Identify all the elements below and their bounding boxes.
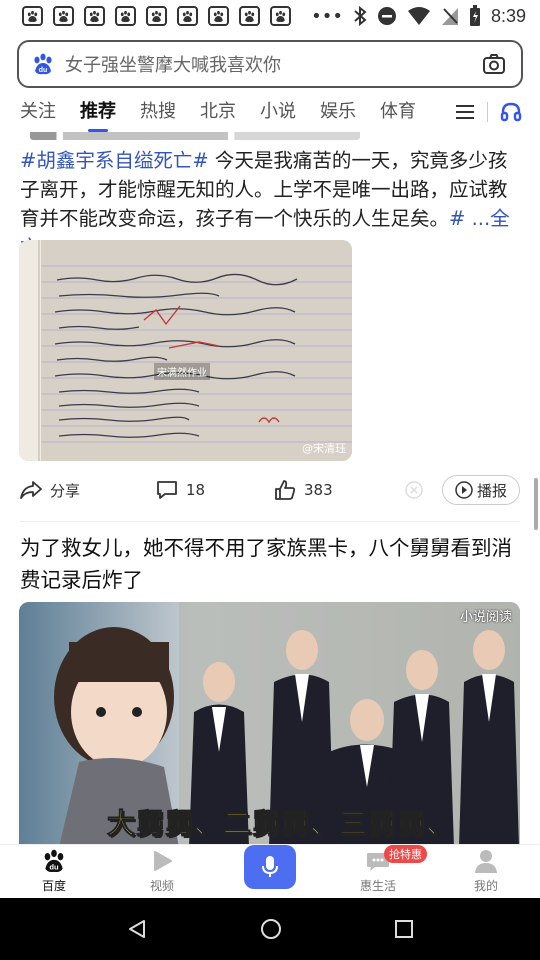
nav-baidu[interactable]: du 百度 [0, 845, 108, 898]
story-caption: 大舅舅、二舅舅、三舅舅、 [106, 807, 456, 841]
status-time: 8:39 [490, 5, 526, 26]
baidu-paw-icon: du [44, 849, 64, 873]
image-watermark: @宋清珏 [302, 442, 346, 455]
nav-baidu-label: 百度 [41, 879, 66, 893]
camera-search-button[interactable] [479, 49, 509, 79]
thumbs-up-icon [275, 480, 296, 500]
baidu-notification-icon [53, 6, 74, 26]
post-image-story[interactable]: 小说阅读 大舅舅、二舅舅、三舅舅、 [19, 602, 520, 844]
person-icon [475, 850, 497, 873]
nav-voice-search[interactable] [216, 845, 324, 898]
post-actions: 分享 18 383 播报 [0, 472, 540, 508]
like-button[interactable]: 383 [274, 479, 394, 501]
news-feed[interactable]: #胡鑫宇系自缢死亡# 今天是我痛苦的一天，究竟多少孩子离开，才能惊醒无知的人。上… [0, 132, 540, 844]
tab-entertainment[interactable]: 娱乐 [320, 94, 356, 130]
more-dots-icon: ••• [311, 5, 343, 27]
image-center-watermark: 宋满然作业 [154, 363, 210, 380]
tab-divider [487, 102, 488, 122]
mic-icon [262, 856, 278, 877]
post-hashtag[interactable]: #胡鑫宇系自缢死亡# [20, 149, 209, 172]
deals-badge: 抢特惠 [384, 845, 427, 863]
notification-icons [22, 6, 291, 26]
baidu-paw-icon: du [34, 53, 52, 75]
share-button[interactable]: 分享 [20, 480, 140, 501]
menu-icon[interactable] [455, 103, 475, 121]
previous-post-header [0, 132, 540, 144]
nav-mine-label: 我的 [473, 879, 498, 893]
dnd-icon [377, 7, 396, 25]
tab-hot-search[interactable]: 热搜 [140, 94, 176, 130]
dismiss-button[interactable] [404, 480, 424, 500]
story-source-tag: 小说阅读 [459, 610, 512, 625]
baidu-notification-icon [84, 6, 105, 26]
feed-scrollbar[interactable] [534, 478, 538, 530]
comment-button[interactable]: 18 [156, 480, 274, 500]
close-icon [405, 481, 423, 499]
play-icon [154, 851, 172, 871]
share-icon [20, 481, 42, 499]
baidu-notification-icon [270, 6, 291, 26]
back-icon[interactable] [126, 918, 148, 940]
nav-life-deals[interactable]: 惠生活 抢特惠 [324, 845, 432, 898]
status-bar: ••• 8:39 [0, 0, 540, 32]
bottom-navigation: du 百度 视频 惠生活 抢特惠 我的 [0, 844, 540, 898]
post-more-hash: # [449, 207, 472, 230]
nav-mine[interactable]: 我的 [432, 845, 540, 898]
system-navigation-bar [0, 898, 540, 960]
tab-sports[interactable]: 体育 [380, 94, 416, 130]
tab-follow[interactable]: 关注 [20, 94, 56, 130]
baidu-notification-icon [22, 6, 43, 26]
post-image-notebook[interactable]: 宋满然作业 @宋清珏 [19, 240, 352, 461]
comment-count: 18 [186, 481, 206, 499]
svg-text:du: du [49, 863, 59, 872]
svg-text:du: du [39, 67, 48, 74]
baidu-notification-icon [115, 6, 136, 26]
headphones-icon[interactable] [500, 101, 522, 123]
voice-search-button[interactable] [244, 845, 296, 889]
nav-video-label: 视频 [149, 879, 174, 893]
search-bar[interactable]: du 女子强坐警摩大喊我喜欢你 [17, 40, 523, 88]
camera-icon [483, 54, 505, 74]
search-input[interactable]: 女子强坐警摩大喊我喜欢你 [65, 51, 479, 77]
baidu-notification-icon [146, 6, 167, 26]
no-signal-icon [441, 8, 458, 25]
baidu-notification-icon [177, 6, 198, 26]
recents-icon[interactable] [394, 919, 414, 939]
home-icon[interactable] [260, 918, 282, 940]
baidu-notification-icon [239, 6, 260, 26]
bluetooth-icon [354, 6, 367, 26]
tab-beijing[interactable]: 北京 [200, 94, 236, 130]
baidu-notification-icon [208, 6, 229, 26]
tab-recommend[interactable]: 推荐 [80, 94, 116, 132]
post-headline[interactable]: 为了救女儿，她不得不用了家族黑卡，八个舅舅看到消费记录后炸了 [20, 532, 530, 596]
listen-label: 播报 [476, 481, 507, 500]
post-divider [20, 521, 520, 522]
like-count: 383 [304, 481, 333, 499]
nav-life-label: 惠生活 [359, 879, 396, 893]
listen-button[interactable]: 播报 [441, 475, 520, 505]
share-label: 分享 [50, 481, 81, 500]
tab-novel[interactable]: 小说 [260, 94, 296, 130]
nav-video[interactable]: 视频 [108, 845, 216, 898]
wifi-icon [407, 7, 430, 25]
speaker-icon [455, 481, 473, 499]
battery-icon [469, 5, 480, 26]
comment-icon [157, 481, 177, 499]
notebook-illustration [19, 240, 352, 461]
channel-tabs: 关注 推荐 热搜 北京 小说 娱乐 体育 [0, 92, 540, 132]
